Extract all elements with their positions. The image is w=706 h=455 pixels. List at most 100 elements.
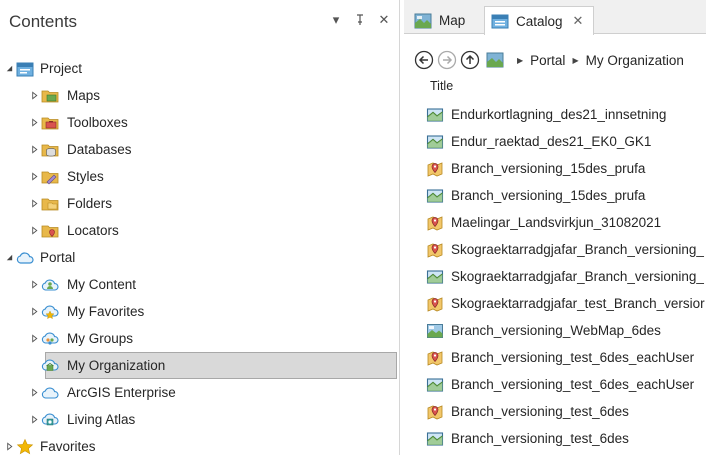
tree-item-databases[interactable]: Databases	[0, 136, 399, 163]
expand-triangle-icon[interactable]	[29, 388, 39, 398]
breadcrumb-item-portal[interactable]: Portal	[530, 53, 565, 68]
web-map-icon	[426, 322, 444, 340]
my-organization-icon	[41, 357, 59, 375]
catalog-item-title: Skograektarradgjafar_test_Branch_versior	[451, 296, 705, 311]
catalog-item-title: Maelingar_Landsvirkjun_31082021	[451, 215, 662, 230]
back-arrow-icon[interactable]	[414, 50, 434, 70]
breadcrumb-separator-icon: ▶	[572, 55, 579, 65]
tree-item-my-favorites[interactable]: My Favorites	[0, 298, 399, 325]
expand-triangle-icon[interactable]	[29, 145, 39, 155]
toolboxes-folder-icon	[41, 114, 59, 132]
catalog-item[interactable]: Endurkortlagning_des21_innsetning	[404, 101, 706, 128]
expand-triangle-icon[interactable]	[29, 280, 39, 290]
close-tab-icon[interactable]: ✕	[573, 13, 584, 29]
close-pane-icon[interactable]: ✕	[377, 12, 391, 28]
pane-controls: ▾ ✕	[329, 12, 391, 28]
portal-cloud-icon	[16, 249, 34, 267]
catalog-item[interactable]: Branch_versioning_test_6des_eachUser	[404, 344, 706, 371]
up-arrow-icon[interactable]	[460, 50, 480, 70]
tree-item-label: Toolboxes	[67, 115, 128, 130]
feature-service-icon	[426, 160, 444, 178]
tab-catalog[interactable]: Catalog ✕	[484, 6, 595, 35]
expand-triangle-icon[interactable]	[4, 442, 14, 452]
tree-item-project[interactable]: Project	[0, 55, 399, 82]
feature-layer-icon	[426, 133, 444, 151]
catalog-item-title: Branch_versioning_15des_prufa	[451, 188, 646, 203]
catalog-item-title: Branch_versioning_15des_prufa	[451, 161, 646, 176]
catalog-item[interactable]: Skograektarradgjafar_Branch_versioning_	[404, 263, 706, 290]
tree-item-label: Favorites	[40, 439, 96, 454]
breadcrumb-item-my-organization[interactable]: My Organization	[586, 53, 684, 68]
feature-layer-icon	[426, 106, 444, 124]
contents-pane: Contents ▾ ✕ Project Maps Toolboxes Databas…	[0, 0, 400, 455]
collapse-triangle-icon[interactable]	[4, 253, 14, 263]
maps-folder-icon	[41, 87, 59, 105]
databases-folder-icon	[41, 141, 59, 159]
catalog-item[interactable]: Branch_versioning_test_6des	[404, 398, 706, 425]
tree-item-label: My Content	[67, 277, 137, 292]
catalog-item-title: Endur_raektad_des21_EK0_GK1	[451, 134, 652, 149]
tab-map[interactable]: Map	[412, 7, 473, 34]
expand-triangle-icon[interactable]	[29, 226, 39, 236]
tree-item-favorites[interactable]: Favorites	[0, 433, 399, 455]
tree-item-my-groups[interactable]: My Groups	[0, 325, 399, 352]
location-map-icon	[485, 50, 505, 70]
tree-item-portal[interactable]: Portal	[0, 244, 399, 271]
tab-catalog-label: Catalog	[516, 13, 563, 29]
tree-item-label: ArcGIS Enterprise	[67, 385, 176, 400]
catalog-item[interactable]: Branch_versioning_test_6des_eachUser	[404, 371, 706, 398]
tree-item-toolboxes[interactable]: Toolboxes	[0, 109, 399, 136]
catalog-item[interactable]: Maelingar_Landsvirkjun_31082021	[404, 209, 706, 236]
contents-title: Contents	[9, 12, 78, 31]
favorites-star-icon	[16, 438, 34, 455]
expand-triangle-icon[interactable]	[29, 199, 39, 209]
tree-item-locators[interactable]: Locators	[0, 217, 399, 244]
tree-item-label: Folders	[67, 196, 113, 211]
tree-item-my-content[interactable]: My Content	[0, 271, 399, 298]
catalog-nav-bar: ▶ Portal ▶ My Organization	[414, 48, 706, 72]
styles-folder-icon	[41, 168, 59, 186]
expand-triangle-icon[interactable]	[29, 118, 39, 128]
tree-item-label: My Organization	[67, 358, 166, 373]
tree-item-label: Locators	[67, 223, 119, 238]
catalog-item[interactable]: Branch_versioning_test_6des	[404, 425, 706, 452]
catalog-item[interactable]: Branch_versioning_15des_prufa	[404, 155, 706, 182]
expand-triangle-icon[interactable]	[29, 334, 39, 344]
catalog-item[interactable]: Endur_raektad_des21_EK0_GK1	[404, 128, 706, 155]
my-content-icon	[41, 276, 59, 294]
forward-arrow-icon[interactable]	[437, 50, 457, 70]
tree-item-arcgis-enterprise[interactable]: ArcGIS Enterprise	[0, 379, 399, 406]
catalog-tab-icon	[491, 12, 509, 30]
catalog-item[interactable]: Skograektarradgjafar_test_Branch_versior	[404, 290, 706, 317]
project-icon	[16, 60, 34, 78]
feature-service-icon	[426, 214, 444, 232]
catalog-item[interactable]: Branch_versioning_15des_prufa	[404, 182, 706, 209]
pin-icon[interactable]	[353, 12, 367, 28]
catalog-item-title: Branch_versioning_WebMap_6des	[451, 323, 661, 338]
tree-item-maps[interactable]: Maps	[0, 82, 399, 109]
catalog-item[interactable]: Skograektarradgjafar_Branch_versioning_	[404, 236, 706, 263]
tree-item-label: Maps	[67, 88, 101, 103]
expand-triangle-icon[interactable]	[29, 415, 39, 425]
collapse-triangle-icon[interactable]	[4, 64, 14, 74]
living-atlas-icon	[41, 411, 59, 429]
tree-item-my-organization[interactable]: My Organization	[0, 352, 399, 379]
tree-item-living-atlas[interactable]: Living Atlas	[0, 406, 399, 433]
tree-item-styles[interactable]: Styles	[0, 163, 399, 190]
tree-item-label: Styles	[67, 169, 104, 184]
contents-header: Contents ▾ ✕	[0, 0, 399, 44]
catalog-item-title: Branch_versioning_test_6des	[451, 431, 629, 446]
expand-triangle-icon[interactable]	[29, 172, 39, 182]
tree-item-label: My Groups	[67, 331, 134, 346]
pane-options-dropdown-icon[interactable]: ▾	[329, 12, 343, 28]
my-favorites-icon	[41, 303, 59, 321]
tree-item-folders[interactable]: Folders	[0, 190, 399, 217]
expand-triangle-icon[interactable]	[29, 307, 39, 317]
catalog-item[interactable]: Branch_versioning_WebMap_6des	[404, 317, 706, 344]
expand-triangle-icon[interactable]	[29, 91, 39, 101]
feature-service-icon	[426, 241, 444, 259]
feature-layer-icon	[426, 430, 444, 448]
tree-item-label: Project	[40, 61, 83, 76]
column-header-title[interactable]: Title	[430, 79, 453, 93]
catalog-item-title: Skograektarradgjafar_Branch_versioning_	[451, 242, 704, 257]
